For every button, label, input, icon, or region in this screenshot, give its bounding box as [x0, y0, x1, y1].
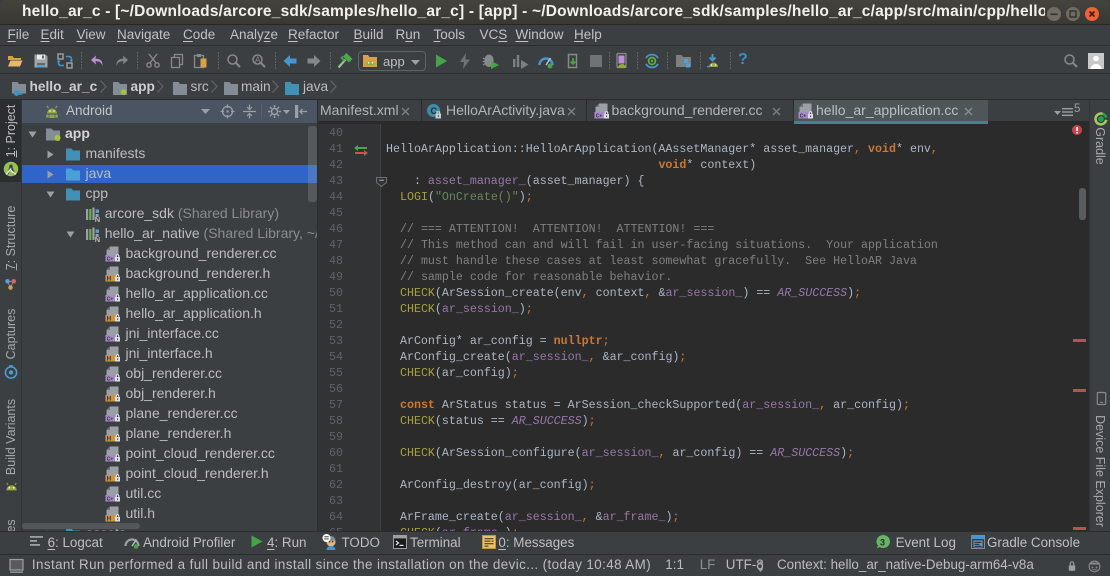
- svg-text:N: N: [95, 215, 100, 224]
- svg-text:C+: C+: [107, 416, 114, 422]
- svg-text:C+: C+: [107, 376, 114, 382]
- svg-text:C+: C+: [107, 496, 114, 502]
- svg-text:H: H: [107, 396, 111, 402]
- svg-text:C+: C+: [107, 256, 114, 262]
- svg-text:N: N: [95, 235, 100, 244]
- svg-text:C+: C+: [107, 456, 114, 462]
- svg-text:C+: C+: [800, 113, 807, 119]
- svg-text:C+: C+: [107, 336, 114, 342]
- svg-text:H: H: [107, 516, 111, 522]
- svg-text:H: H: [107, 276, 111, 282]
- svg-text:H: H: [107, 476, 111, 482]
- svg-text:H: H: [107, 356, 111, 362]
- svg-text:C+: C+: [107, 296, 114, 302]
- svg-text:H: H: [107, 316, 111, 322]
- svg-text:A: A: [255, 56, 261, 65]
- svg-text:C+: C+: [596, 113, 603, 119]
- svg-text:3: 3: [880, 538, 885, 548]
- svg-text:H: H: [107, 436, 111, 442]
